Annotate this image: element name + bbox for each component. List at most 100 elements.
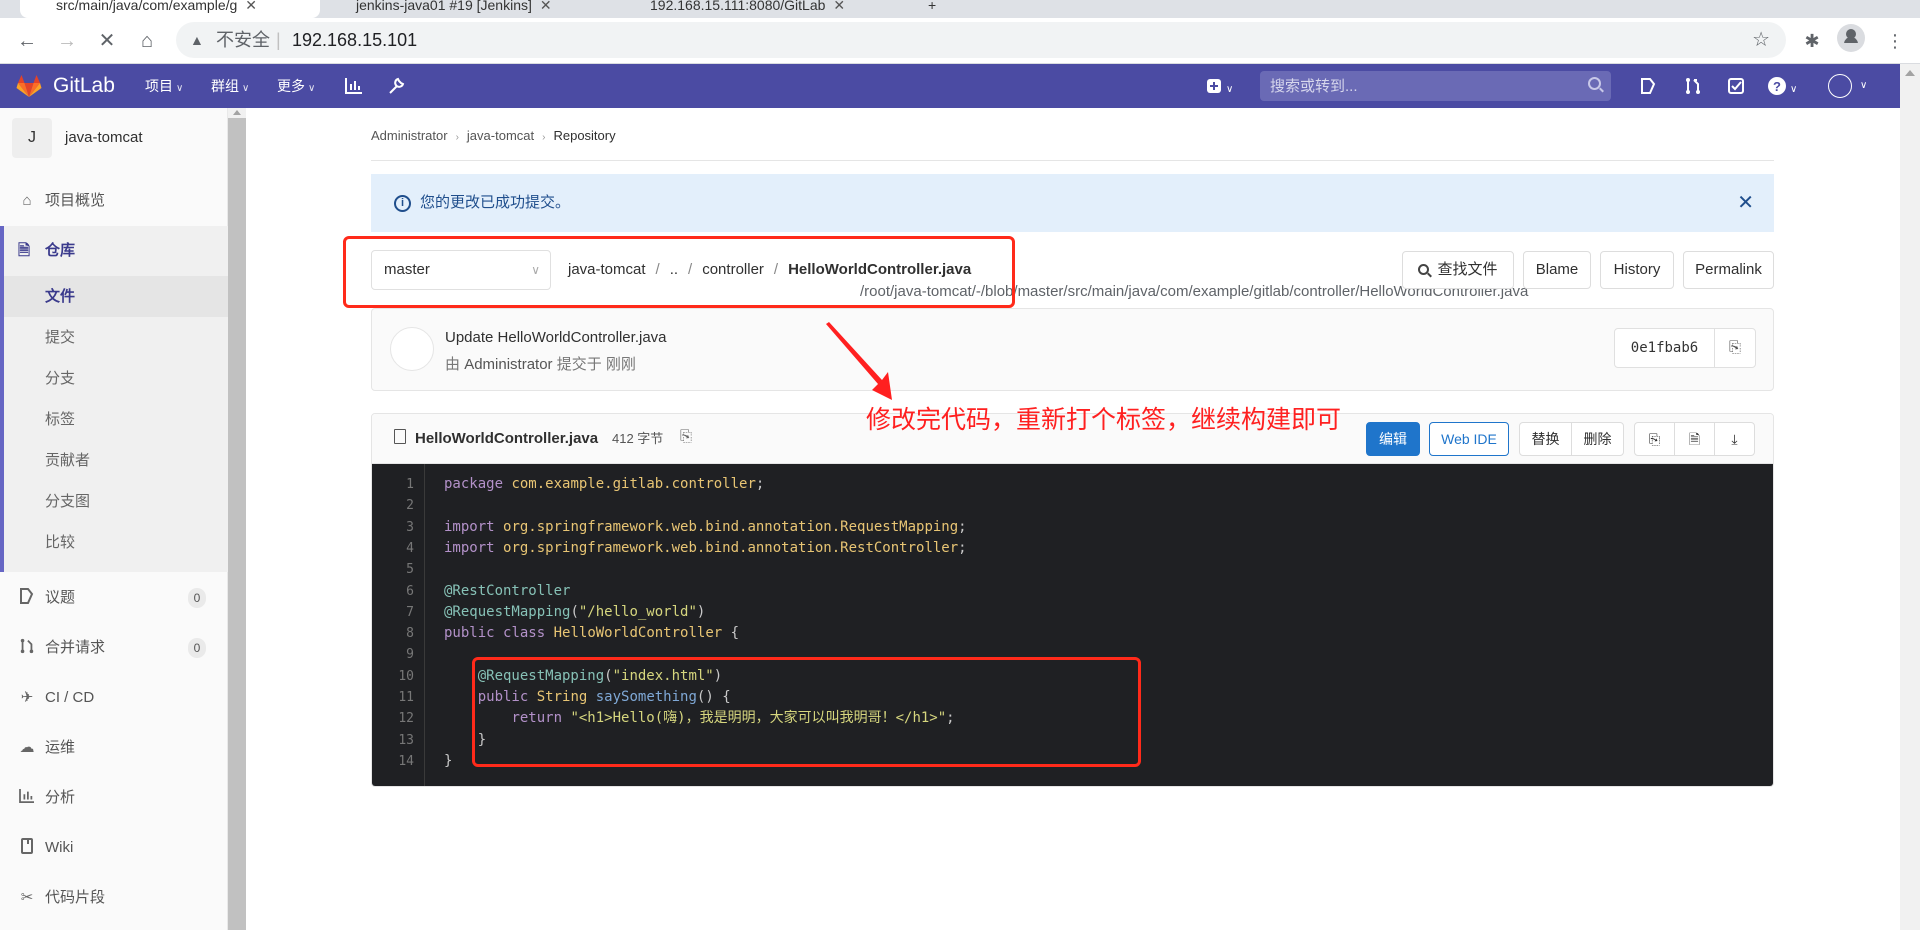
chevron-down-icon: ∨: [1790, 84, 1798, 95]
line-number[interactable]: 1: [374, 474, 414, 495]
close-icon[interactable]: ✕: [1737, 174, 1754, 232]
sidebar-item-operations[interactable]: ☁ 运维: [0, 723, 228, 773]
gitlab-brand[interactable]: GitLab: [53, 64, 115, 108]
copy-path-icon[interactable]: ⎘: [680, 414, 692, 460]
path-segment[interactable]: ..: [670, 261, 678, 278]
line-number[interactable]: 6: [374, 581, 414, 602]
wrench-icon[interactable]: [387, 64, 405, 108]
sidebar-item-issues[interactable]: 议题 0: [0, 573, 228, 623]
stop-icon[interactable]: ✕: [92, 26, 122, 56]
line-number[interactable]: 9: [374, 644, 414, 665]
sidebar-subitem-contributors[interactable]: 贡献者: [4, 440, 228, 481]
browser-tab[interactable]: 192.168.15.111:8080/GitLab ✕: [620, 0, 916, 18]
permalink-button[interactable]: Permalink: [1683, 251, 1774, 289]
global-search[interactable]: [1260, 71, 1611, 101]
copy-contents-icon[interactable]: ⎘: [1634, 422, 1675, 456]
scroll-up-arrow-icon[interactable]: [233, 110, 241, 115]
code-line: @RestController: [444, 582, 571, 599]
todo-check-icon[interactable]: [1728, 64, 1744, 108]
code-line: }: [444, 752, 453, 769]
scroll-up-arrow-icon[interactable]: [1905, 70, 1915, 76]
sidebar-subitem-tags[interactable]: 标签: [4, 399, 228, 440]
path-segment[interactable]: java-tomcat: [568, 261, 646, 278]
sidebar-item-repository[interactable]: 🗎 仓库: [4, 226, 228, 276]
menu-dots-icon[interactable]: ⋮: [1880, 26, 1910, 56]
browser-tab[interactable]: jenkins-java01 #19 [Jenkins] ✕: [326, 0, 616, 18]
sidebar-item-merge-requests[interactable]: 合并请求 0: [0, 623, 228, 673]
breadcrumb-link[interactable]: java-tomcat: [467, 128, 534, 143]
page-scrollbar[interactable]: [1900, 64, 1920, 930]
find-file-button[interactable]: 查找文件: [1402, 251, 1514, 289]
breadcrumb-current[interactable]: Repository: [553, 128, 615, 143]
issues-icon[interactable]: [1640, 64, 1656, 108]
copy-sha-icon[interactable]: ⎘: [1715, 329, 1755, 367]
url-field[interactable]: ▲ 不安全 | 192.168.15.101/root/java-tomcat/…: [176, 22, 1786, 300]
bookmark-star-icon[interactable]: ☆: [1752, 22, 1770, 58]
line-number[interactable]: 2: [374, 495, 414, 516]
new-item-plus-icon[interactable]: ∨: [1206, 64, 1233, 112]
search-input[interactable]: [1260, 71, 1580, 101]
security-label[interactable]: 不安全: [216, 22, 270, 58]
extensions-icon[interactable]: ✱: [1797, 26, 1827, 56]
download-icon[interactable]: ⤓: [1714, 422, 1755, 456]
web-ide-button[interactable]: Web IDE: [1429, 422, 1509, 456]
activity-chart-icon[interactable]: [345, 64, 363, 108]
tab-close-icon[interactable]: ✕: [833, 0, 845, 13]
sidebar-subitem-commits[interactable]: 提交: [4, 317, 228, 358]
line-number[interactable]: 13: [374, 730, 414, 751]
commit-sha[interactable]: 0e1fbab6: [1615, 329, 1715, 367]
divider: [371, 160, 1774, 161]
issues-icon: [18, 573, 36, 623]
line-number[interactable]: 7: [374, 602, 414, 623]
gitlab-logo-icon[interactable]: [16, 74, 42, 98]
branch-selector[interactable]: master ∨: [371, 250, 551, 290]
nav-menu-projects[interactable]: 项目 ∨: [145, 64, 183, 111]
sidebar-scrollbar[interactable]: [228, 108, 246, 930]
path-current-file[interactable]: HelloWorldController.java: [788, 261, 971, 278]
tab-close-icon[interactable]: ✕: [540, 0, 552, 13]
code-line: import org.springframework.web.bind.anno…: [444, 539, 967, 556]
sidebar-item-overview[interactable]: ⌂ 项目概览: [0, 176, 228, 226]
sidebar-subitem-branches[interactable]: 分支: [4, 358, 228, 399]
line-number[interactable]: 10: [374, 666, 414, 687]
nav-menu-more[interactable]: 更多 ∨: [277, 64, 315, 111]
line-number[interactable]: 12: [374, 708, 414, 729]
browser-profile-icon[interactable]: [1837, 24, 1865, 52]
forward-arrow-icon[interactable]: →: [52, 26, 82, 56]
sidebar-item-wiki[interactable]: Wiki: [0, 823, 228, 873]
line-number[interactable]: 3: [374, 517, 414, 538]
sidebar-subitem-compare[interactable]: 比较: [4, 522, 228, 563]
merge-request-icon[interactable]: [1684, 64, 1702, 108]
sidebar-item-ci-cd[interactable]: ✈ CI / CD: [0, 673, 228, 723]
commit-author-link[interactable]: Administrator: [464, 356, 552, 373]
browser-tab-active[interactable]: src/main/java/com/example/g ✕: [20, 0, 320, 18]
home-icon[interactable]: ⌂: [132, 26, 162, 56]
sidebar-item-snippets[interactable]: ✂ 代码片段: [0, 873, 228, 923]
path-segment[interactable]: controller: [702, 261, 764, 278]
line-number[interactable]: 5: [374, 559, 414, 580]
sidebar-item-analytics[interactable]: 分析: [0, 773, 228, 823]
line-number[interactable]: 11: [374, 687, 414, 708]
line-number[interactable]: 4: [374, 538, 414, 559]
tab-close-icon[interactable]: ✕: [245, 0, 257, 13]
line-number[interactable]: 8: [374, 623, 414, 644]
history-button[interactable]: History: [1600, 251, 1674, 289]
back-arrow-icon[interactable]: ←: [12, 26, 42, 56]
delete-button[interactable]: 删除: [1571, 422, 1624, 456]
breadcrumb-link[interactable]: Administrator: [371, 128, 448, 143]
help-icon[interactable]: ? ∨: [1768, 64, 1797, 112]
commit-title[interactable]: Update HelloWorldController.java: [445, 329, 667, 346]
sidebar-subitem-graph[interactable]: 分支图: [4, 481, 228, 522]
blame-button[interactable]: Blame: [1523, 251, 1591, 289]
search-icon[interactable]: [1588, 77, 1601, 90]
commit-author-avatar[interactable]: [390, 327, 434, 371]
user-avatar[interactable]: [1828, 74, 1852, 98]
line-number[interactable]: 14: [374, 751, 414, 772]
sidebar-subitem-files[interactable]: 文件: [4, 276, 228, 317]
replace-button[interactable]: 替换: [1519, 422, 1572, 456]
nav-menu-groups[interactable]: 群组 ∨: [211, 64, 249, 111]
edit-button[interactable]: 编辑: [1366, 422, 1420, 456]
chevron-down-icon[interactable]: ∨: [1860, 64, 1867, 108]
open-raw-icon[interactable]: 🗎: [1674, 422, 1715, 456]
new-tab-button[interactable]: +: [928, 0, 948, 18]
